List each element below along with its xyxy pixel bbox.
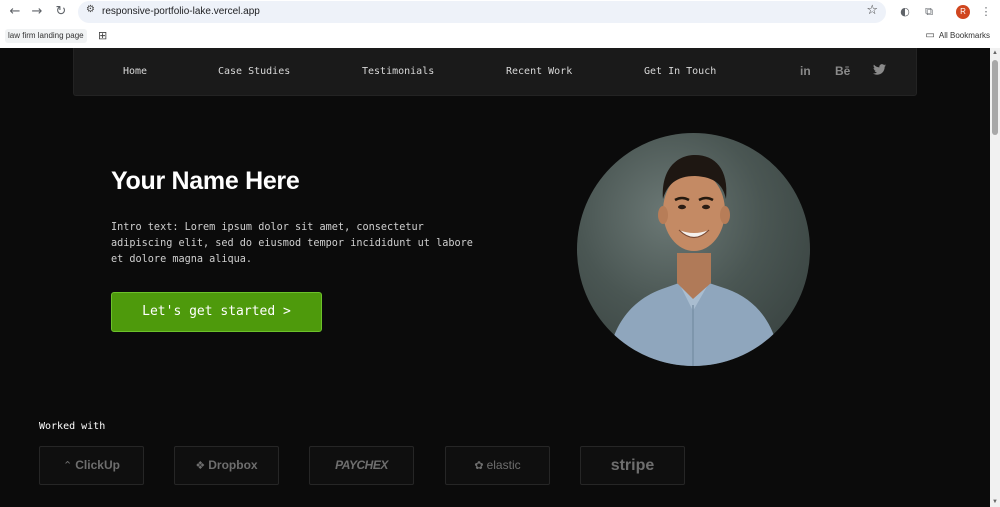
twitter-icon[interactable] [873, 64, 886, 78]
stripe-logo: stripe [580, 446, 685, 485]
stripe-logo-text: stripe [610, 457, 655, 474]
reload-icon[interactable]: ↻ [52, 3, 70, 21]
intro-text: Intro text: Lorem ipsum dolor sit amet, … [111, 222, 473, 265]
browser-chrome: ← → ↻ ⚙ responsive-portfolio-lake.vercel… [0, 0, 1000, 48]
all-bookmarks-label: All Bookmarks [938, 31, 990, 40]
url-text[interactable]: responsive-portfolio-lake.vercel.app [102, 6, 260, 17]
elastic-mark-icon: ✿ [474, 459, 484, 472]
apps-grid-icon[interactable]: ⊞ [98, 29, 107, 42]
page-scrollbar[interactable]: ▲ ▼ [990, 48, 1000, 507]
nav-link-case-studies[interactable]: Case Studies [218, 66, 290, 77]
profile-photo [577, 133, 810, 366]
nav-link-testimonials[interactable]: Testimonials [362, 66, 434, 77]
site-navbar: Home Case Studies Testimonials Recent Wo… [73, 48, 917, 96]
back-arrow-icon[interactable]: ← [6, 3, 24, 21]
page-content: Home Case Studies Testimonials Recent Wo… [0, 48, 990, 507]
paychex-logo: PAYCHEX [309, 446, 414, 485]
clickup-mark-icon: ⌃ [63, 459, 73, 472]
puzzle-icon[interactable]: ⧉ [921, 4, 937, 20]
clickup-logo: ⌃ ClickUp [39, 446, 144, 485]
dropbox-mark-icon: ❖ [195, 459, 206, 472]
profile-avatar[interactable]: R [956, 5, 970, 19]
hero-title: Your Name Here [111, 167, 300, 195]
linkedin-icon[interactable]: in [800, 64, 811, 78]
browser-toolbar: ← → ↻ ⚙ responsive-portfolio-lake.vercel… [0, 0, 1000, 24]
bookmark-item[interactable]: law firm landing page [5, 29, 87, 43]
bookmarks-bar: law firm landing page ⊞ ▭ All Bookmarks [0, 27, 1000, 45]
menu-kebab-icon[interactable]: ⋮ [978, 4, 994, 20]
all-bookmarks-button[interactable]: ▭ All Bookmarks [925, 30, 990, 41]
worked-with-label: Worked with [39, 421, 106, 432]
site-info-icon[interactable]: ⚙ [86, 4, 95, 15]
nav-link-get-in-touch[interactable]: Get In Touch [644, 66, 716, 77]
address-bar[interactable]: ⚙ responsive-portfolio-lake.vercel.app ☆ [78, 1, 886, 23]
dropbox-logo: ❖ Dropbox [174, 446, 279, 485]
scroll-down-arrow-icon[interactable]: ▼ [992, 499, 998, 505]
paychex-logo-text: PAYCHEX [335, 458, 388, 472]
nav-link-home[interactable]: Home [123, 66, 147, 77]
dropbox-logo-text: Dropbox [208, 458, 258, 472]
bookmark-star-icon[interactable]: ☆ [866, 3, 878, 18]
behance-icon[interactable]: Bē [835, 64, 850, 78]
extension-icon[interactable]: ◐ [897, 4, 913, 20]
elastic-logo: ✿ elastic [445, 446, 550, 485]
folder-icon: ▭ [925, 30, 935, 41]
elastic-logo-text: elastic [486, 458, 521, 472]
nav-link-recent-work[interactable]: Recent Work [506, 66, 572, 77]
scroll-thumb[interactable] [992, 60, 998, 135]
get-started-button[interactable]: Let's get started > [111, 292, 322, 332]
forward-arrow-icon[interactable]: → [28, 3, 46, 21]
clickup-logo-text: ClickUp [75, 458, 120, 472]
scroll-up-arrow-icon[interactable]: ▲ [992, 50, 998, 56]
